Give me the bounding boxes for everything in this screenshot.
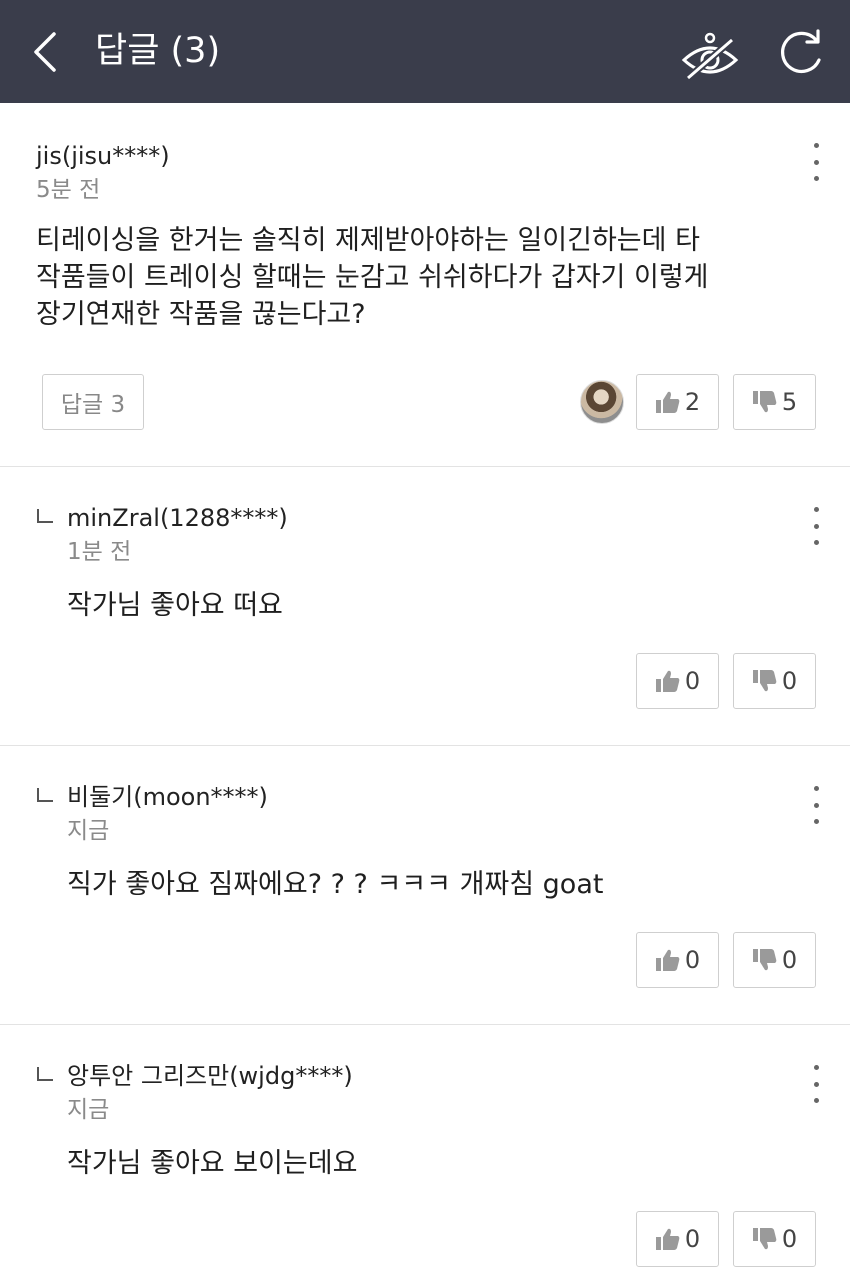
dislike-button[interactable]: 0 [733,1211,816,1267]
comment-time: 지금 [67,1097,110,1123]
comment-time: 1분 전 [67,539,132,565]
avatar [580,380,624,424]
like-count: 2 [684,388,701,416]
thumbs-down-icon [752,949,777,971]
like-button[interactable]: 2 [636,374,719,430]
refresh-button[interactable] [772,26,828,82]
dislike-count: 0 [781,1225,798,1253]
more-options-button[interactable] [806,507,826,545]
comment-author: minZral(1288****) [67,504,288,532]
comment-author: 앙투안 그리즈만(wjdg****) [67,1062,353,1090]
reply-count-button[interactable]: 답글 3 [42,374,144,430]
comment-time: 5분 전 [36,177,101,203]
reply-indicator-icon [37,509,53,523]
refresh-icon [781,29,821,73]
dislike-count: 0 [781,946,798,974]
reply-comment: minZral(1288****) 1분 전 작가님 좋아요 떠요 0 0 [0,467,850,746]
thumbs-up-icon [655,1228,680,1250]
comment-text: 작가님 좋아요 떠요 [67,590,283,621]
thumbs-up-icon [655,949,680,971]
reply-count-label: 답글 3 [60,392,126,418]
comment-text: 작가님 좋아요 보이는데요 [67,1148,358,1179]
like-button[interactable]: 0 [636,653,719,709]
like-button[interactable]: 0 [636,932,719,988]
more-options-button[interactable] [806,143,826,181]
reply-comment: 앙투안 그리즈만(wjdg****) 지금 작가님 좋아요 보이는데요 0 0 [0,1025,850,1283]
more-options-button[interactable] [806,786,826,824]
thumbs-down-icon [752,391,777,413]
comment-time: 지금 [67,818,110,844]
top-bar: 답글 (3) [0,0,850,103]
comment-author: jis(jisu****) [36,142,170,170]
main-comment: jis(jisu****) 5분 전 티레이싱을 한거는 솔직히 제제받아야하는… [0,103,850,467]
page-title: 답글 (3) [95,31,221,71]
dislike-count: 5 [781,388,798,416]
thumbs-up-icon [655,391,680,413]
comment-text-line: 작품들이 트레이싱 할때는 눈감고 쉬쉬하다가 갑자기 이렇게 [36,262,709,293]
comment-text-line: 티레이싱을 한거는 솔직히 제제받아야하는 일이긴하는데 타 [36,225,700,256]
eye-off-icon [681,32,739,81]
dislike-button[interactable]: 5 [733,374,816,430]
comment-text-line: 장기연재한 작품을 끊는다고? [36,299,366,330]
reply-comment: 비둘기(moon****) 지금 직가 좋아요 짐짜에요? ? ? ㅋㅋㅋ 개짜… [0,746,850,1025]
dislike-button[interactable]: 0 [733,932,816,988]
dislike-count: 0 [781,667,798,695]
reply-indicator-icon [37,1067,53,1081]
dislike-button[interactable]: 0 [733,653,816,709]
thumbs-up-icon [655,670,680,692]
comment-text: 티레이싱을 한거는 솔직히 제제받아야하는 일이긴하는데 타 작품들이 트레이싱… [36,222,709,333]
back-button[interactable] [22,22,78,82]
chevron-left-icon [34,32,56,72]
comment-text: 직가 좋아요 짐짜에요? ? ? ㅋㅋㅋ 개짜침 goat [67,869,604,900]
like-button[interactable]: 0 [636,1211,719,1267]
comment-author: 비둘기(moon****) [67,783,268,811]
reply-indicator-icon [37,788,53,802]
thumbs-down-icon [752,1228,777,1250]
more-options-button[interactable] [806,1065,826,1103]
like-count: 0 [684,1225,701,1253]
like-count: 0 [684,946,701,974]
like-count: 0 [684,667,701,695]
thumbs-down-icon [752,670,777,692]
hide-comments-button[interactable] [676,28,744,84]
